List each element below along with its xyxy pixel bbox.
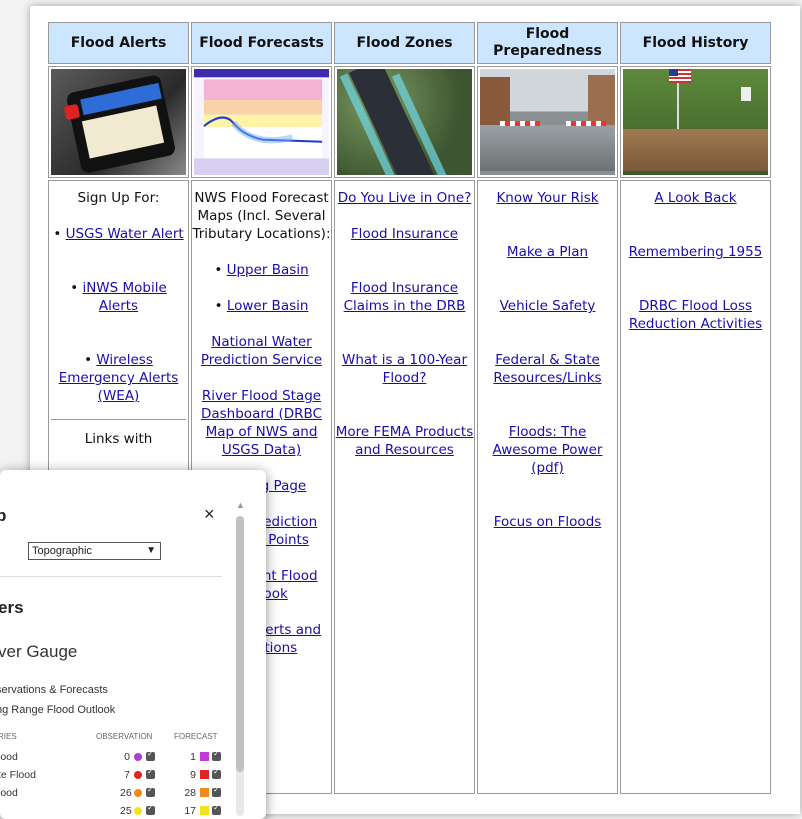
inws-mobile-alerts-link[interactable]: iNWS Mobile Alerts — [82, 280, 166, 314]
column-flood-preparedness: Know Your Risk Make a Plan Vehicle Safet… — [477, 180, 618, 794]
observation-dot-icon — [134, 807, 142, 815]
remembering-1955-link[interactable]: Remembering 1955 — [629, 244, 763, 260]
divider — [0, 576, 222, 577]
scrollbar-thumb[interactable] — [236, 516, 244, 772]
header-flood-history: Flood History — [620, 22, 771, 64]
list-item: • iNWS Mobile Alerts — [70, 280, 167, 314]
national-water-prediction-service-link[interactable]: National Water Prediction Service — [201, 334, 322, 368]
forecast-square-icon — [200, 788, 209, 797]
observation-dot-icon — [134, 753, 142, 761]
river-gauge-heading: ver Gauge — [0, 642, 78, 661]
a-look-back-link[interactable]: A Look Back — [654, 190, 736, 206]
column-flood-history: A Look Back Remembering 1955 DRBC Flood … — [620, 180, 771, 794]
forecast-column-header: FORECAST — [174, 732, 218, 741]
legend-row: te Flood 7 9 — [0, 767, 230, 785]
forecast-checkbox[interactable] — [212, 785, 221, 797]
observation-checkbox[interactable] — [146, 785, 155, 797]
flooded-street-barricade-image[interactable] — [480, 69, 615, 175]
forecast-square-icon — [200, 806, 209, 815]
observation-count: 0 — [124, 751, 130, 763]
header-flood-forecasts: Flood Forecasts — [191, 22, 332, 64]
legend-row: 25 17 — [0, 803, 230, 819]
map-layers-panel: p × ▲ Topographic ▼ ers ver Gauge servat… — [0, 470, 266, 819]
do-you-live-in-one-link[interactable]: Do You Live in One? — [338, 190, 472, 206]
basemap-select-value: Topographic — [32, 545, 92, 557]
vehicle-safety-link[interactable]: Vehicle Safety — [500, 298, 596, 314]
legend-row-label: te Flood — [0, 769, 36, 781]
observation-checkbox[interactable] — [146, 803, 155, 815]
forecast-checkbox[interactable] — [212, 749, 221, 761]
panel-scrollbar[interactable] — [236, 516, 244, 816]
basemap-select[interactable]: Topographic ▼ — [28, 542, 161, 560]
list-item: • Wireless Emergency Alerts (WEA) — [58, 352, 179, 404]
lower-basin-link[interactable]: Lower Basin — [227, 298, 309, 314]
federal-state-resources-link[interactable]: Federal & State Resources/Links — [493, 352, 601, 386]
observation-count: 26 — [120, 787, 132, 799]
long-range-outlook-label[interactable]: ng Range Flood Outlook — [0, 704, 115, 716]
series-column-header: RIES — [0, 732, 17, 741]
observation-checkbox[interactable] — [146, 767, 155, 779]
aerial-flood-zone-map-image[interactable] — [337, 69, 472, 175]
hydrograph-chart-image[interactable] — [194, 69, 329, 175]
flood-insurance-link[interactable]: Flood Insurance — [351, 226, 458, 242]
list-item: • Lower Basin — [214, 298, 309, 314]
column-flood-zones: Do You Live in One? Flood Insurance Floo… — [334, 180, 475, 794]
wireless-emergency-alerts-link[interactable]: Wireless Emergency Alerts (WEA) — [59, 352, 179, 404]
100-year-flood-link[interactable]: What is a 100-Year Flood? — [342, 352, 467, 386]
legend-row: lood 26 28 — [0, 785, 230, 803]
forecast-count: 28 — [184, 787, 196, 799]
usgs-water-alert-link[interactable]: USGS Water Alert — [66, 226, 184, 242]
flooded-house-flag-image[interactable] — [623, 69, 768, 175]
legend-row-label: lood — [0, 787, 18, 799]
more-fema-products-link[interactable]: More FEMA Products and Resources — [336, 424, 474, 458]
river-flood-stage-dashboard-link[interactable]: River Flood Stage Dashboard (DRBC Map of… — [201, 388, 322, 458]
divider — [51, 419, 186, 420]
header-flood-preparedness: Flood Preparedness — [477, 22, 618, 64]
phone-severe-alert-image[interactable] — [51, 69, 186, 175]
legend-row-label: lood — [0, 751, 18, 763]
forecast-count: 1 — [190, 751, 196, 763]
floods-awesome-power-link[interactable]: Floods: The Awesome Power (pdf) — [493, 424, 603, 476]
observation-count: 25 — [120, 805, 132, 817]
forecast-checkbox[interactable] — [212, 767, 221, 779]
observation-dot-icon — [134, 771, 142, 779]
make-a-plan-link[interactable]: Make a Plan — [507, 244, 588, 260]
forecast-count: 17 — [184, 805, 196, 817]
observation-count: 7 — [124, 769, 130, 781]
nws-forecast-maps-label: NWS Flood Forecast Maps (Incl. Several T… — [192, 190, 331, 242]
list-item: • Upper Basin — [214, 262, 309, 278]
header-flood-zones: Flood Zones — [334, 22, 475, 64]
sign-up-label: Sign Up For: — [77, 190, 160, 206]
close-icon[interactable]: × — [204, 504, 215, 525]
forecast-square-icon — [200, 752, 209, 761]
forecast-checkbox[interactable] — [212, 803, 221, 815]
observation-column-header: OBSERVATION — [96, 732, 153, 741]
layers-heading: ers — [0, 598, 24, 617]
forecast-count: 9 — [190, 769, 196, 781]
panel-title: p — [0, 506, 7, 525]
forecast-square-icon — [200, 770, 209, 779]
flood-insurance-claims-link[interactable]: Flood Insurance Claims in the DRB — [344, 280, 466, 314]
legend-row: lood 0 1 — [0, 749, 230, 767]
links-with-label: Links with — [84, 431, 153, 447]
know-your-risk-link[interactable]: Know Your Risk — [496, 190, 598, 206]
upper-basin-link[interactable]: Upper Basin — [227, 262, 309, 278]
drbc-flood-loss-reduction-link[interactable]: DRBC Flood Loss Reduction Activities — [629, 298, 762, 332]
scroll-up-icon[interactable]: ▲ — [236, 500, 245, 510]
observation-checkbox[interactable] — [146, 749, 155, 761]
observation-dot-icon — [134, 789, 142, 797]
header-flood-alerts: Flood Alerts — [48, 22, 189, 64]
observations-forecasts-label[interactable]: servations & Forecasts — [0, 684, 108, 696]
focus-on-floods-link[interactable]: Focus on Floods — [494, 514, 602, 530]
chevron-down-icon: ▼ — [146, 545, 156, 556]
list-item: • USGS Water Alert — [53, 226, 184, 242]
